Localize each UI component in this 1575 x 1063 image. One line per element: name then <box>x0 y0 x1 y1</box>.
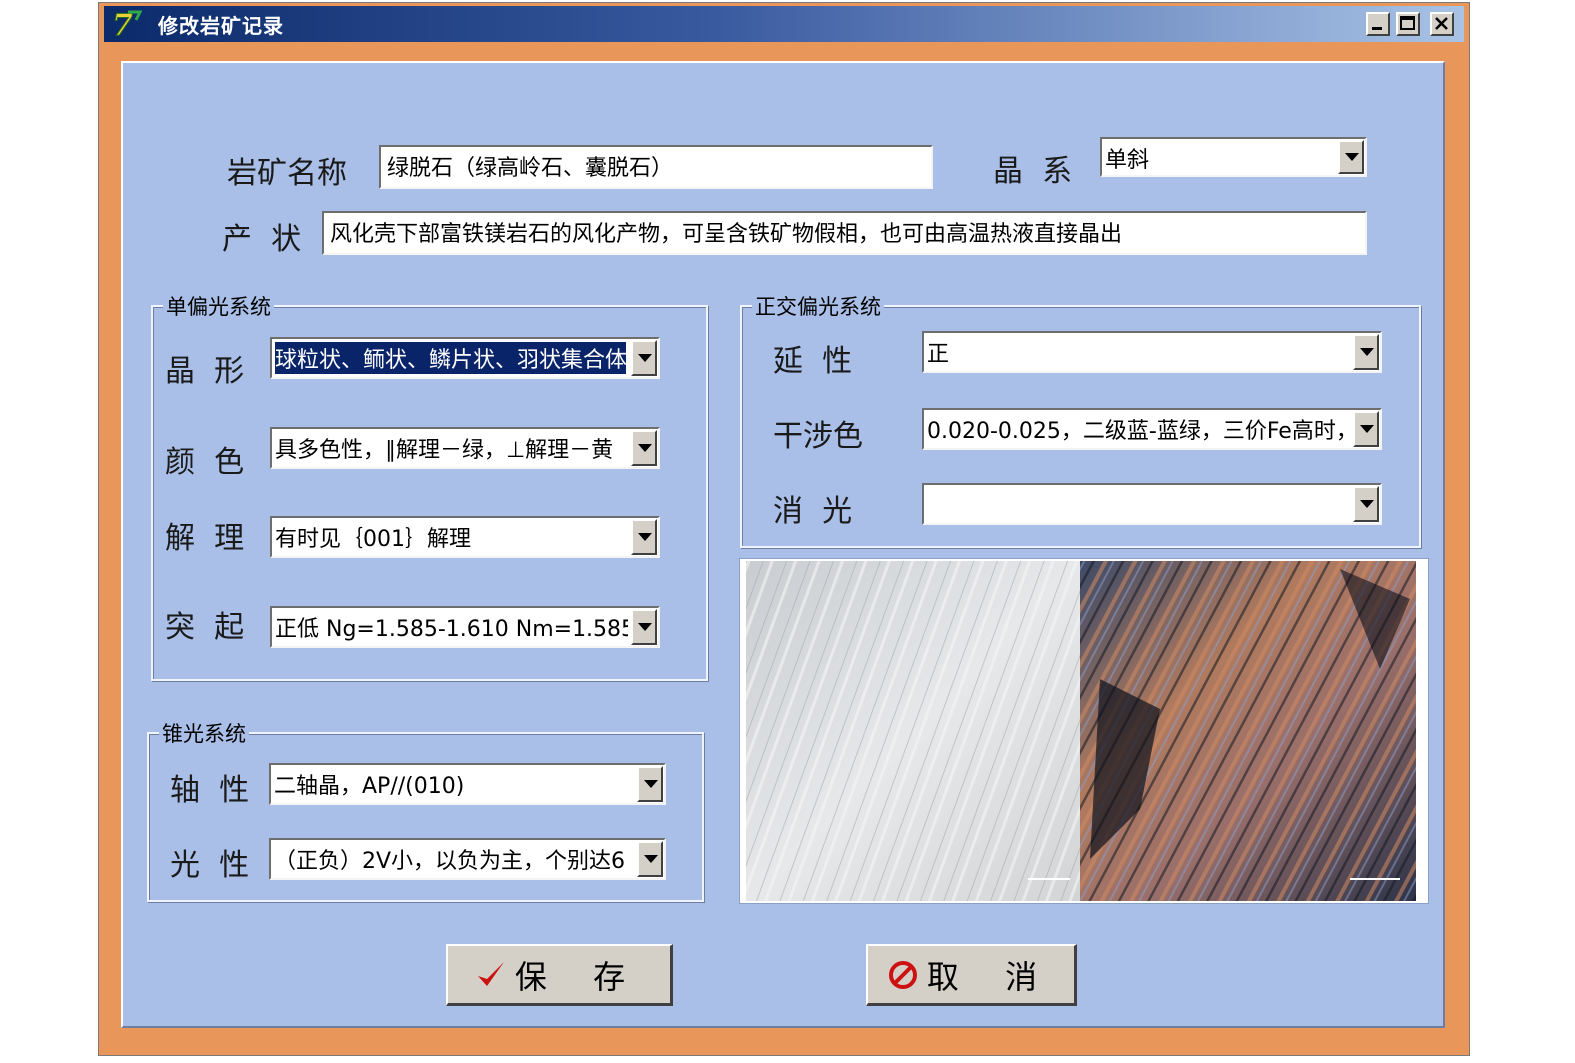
title-bar[interactable]: 7 修改岩矿记录 <box>104 6 1464 44</box>
crystal-form-label: 晶 形 <box>165 354 245 389</box>
crystal-form-value: 球粒状、鲕状、鳞片状、羽状集合体 <box>275 342 626 374</box>
optic-sign-value: （正负）2V小，以负为主，个别达6 <box>274 849 626 874</box>
interference-color-dropdown-button[interactable] <box>1353 411 1379 447</box>
cleavage-label: 解 理 <box>165 521 245 556</box>
crystal-form-dropdown-button[interactable] <box>631 340 657 376</box>
single-polar-group-title: 单偏光系统 <box>163 291 274 321</box>
extinction-label: 消 光 <box>773 494 853 529</box>
elongation-label: 延 性 <box>773 344 853 379</box>
conoscopic-group-title: 锥光系统 <box>159 718 249 748</box>
checkmark-icon <box>477 961 504 986</box>
save-button[interactable]: 保 存 <box>446 944 673 1006</box>
optic-sign-label: 光 性 <box>170 848 250 883</box>
cancel-button-label: 取 消 <box>926 957 1056 996</box>
color-value: 具多色性，∥解理－绿，⊥解理－黄 <box>275 438 614 463</box>
cleavage-select[interactable]: 有时见｛001｝解理 <box>270 516 660 558</box>
maximize-icon <box>1400 16 1415 30</box>
elongation-value: 正 <box>927 342 950 367</box>
interference-color-select[interactable]: 0.020-0.025，二级蓝-蓝绿，三价Fe高时， <box>922 408 1382 450</box>
interference-color-value: 0.020-0.025，二级蓝-蓝绿，三价Fe高时， <box>927 419 1350 444</box>
relief-dropdown-button[interactable] <box>631 609 657 645</box>
optic-sign-dropdown-button[interactable] <box>637 841 663 877</box>
close-button[interactable] <box>1430 12 1454 36</box>
elongation-select[interactable]: 正 <box>922 331 1382 373</box>
crystal-system-value: 单斜 <box>1105 148 1150 173</box>
color-label: 颜 色 <box>165 445 245 480</box>
cross-polar-group-title: 正交偏光系统 <box>752 291 884 321</box>
chevron-down-icon <box>1360 425 1374 433</box>
chevron-down-icon <box>638 533 652 541</box>
minimize-icon <box>1372 27 1382 30</box>
optic-axis-value: 二轴晶，AP//(010) <box>274 774 465 799</box>
crystal-system-label: 晶 系 <box>993 154 1073 189</box>
relief-value: 正低 Ng=1.585-1.610 Nm=1.585-1.610 <box>275 617 628 642</box>
color-dropdown-button[interactable] <box>631 430 657 466</box>
crystal-system-dropdown-button[interactable] <box>1338 140 1364 174</box>
optic-sign-select[interactable]: （正负）2V小，以负为主，个别达6 <box>269 838 666 880</box>
relief-select[interactable]: 正低 Ng=1.585-1.610 Nm=1.585-1.610 <box>270 606 660 648</box>
chevron-down-icon <box>1360 500 1374 508</box>
chevron-down-icon <box>1345 153 1359 161</box>
extinction-dropdown-button[interactable] <box>1353 486 1379 522</box>
mineral-name-label: 岩矿名称 <box>227 156 347 191</box>
minimize-button[interactable] <box>1366 12 1390 36</box>
elongation-dropdown-button[interactable] <box>1353 334 1379 370</box>
extinction-select[interactable] <box>922 483 1382 525</box>
maximize-button[interactable] <box>1396 12 1420 36</box>
cleavage-dropdown-button[interactable] <box>631 519 657 555</box>
color-select[interactable]: 具多色性，∥解理－绿，⊥解理－黄 <box>270 427 660 469</box>
crystal-form-select[interactable]: 球粒状、鲕状、鳞片状、羽状集合体 <box>270 337 660 379</box>
optic-axis-dropdown-button[interactable] <box>637 766 663 802</box>
prohibited-icon <box>888 960 917 989</box>
micrograph-image <box>739 558 1429 904</box>
occurrence-input[interactable]: 风化壳下部富铁镁岩石的风化产物，可呈含铁矿物假相，也可由高温热液直接晶出 <box>322 211 1367 255</box>
optic-axis-select[interactable]: 二轴晶，AP//(010) <box>269 763 666 805</box>
interference-color-label: 干涉色 <box>773 419 863 454</box>
window-title: 修改岩矿记录 <box>158 14 284 38</box>
cleavage-value: 有时见｛001｝解理 <box>275 527 471 552</box>
crystal-system-select[interactable]: 单斜 <box>1100 137 1367 177</box>
relief-label: 突 起 <box>165 610 245 645</box>
optic-axis-label: 轴 性 <box>170 773 250 808</box>
occurrence-label: 产 状 <box>222 222 302 257</box>
close-icon <box>1435 17 1448 30</box>
mineral-name-input[interactable]: 绿脱石（绿高岭石、囊脱石） <box>379 145 933 189</box>
app-logo-icon: 7 <box>110 8 146 44</box>
chevron-down-icon <box>638 623 652 631</box>
cancel-button[interactable]: 取 消 <box>866 944 1077 1006</box>
chevron-down-icon <box>638 354 652 362</box>
chevron-down-icon <box>644 855 658 863</box>
chevron-down-icon <box>644 780 658 788</box>
chevron-down-icon <box>638 444 652 452</box>
chevron-down-icon <box>1360 348 1374 356</box>
save-button-label: 保 存 <box>514 957 644 996</box>
